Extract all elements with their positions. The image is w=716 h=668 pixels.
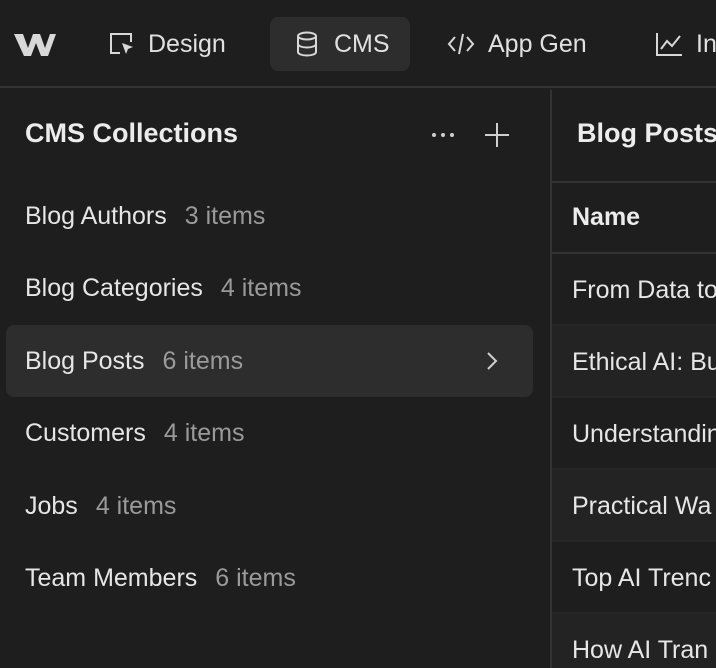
collection-name: Blog Authors — [25, 201, 167, 230]
chart-icon — [656, 33, 682, 56]
collection-count: 4 items — [95, 491, 177, 520]
table-row[interactable]: From Data to — [552, 254, 716, 326]
collection-title: Blog Posts — [577, 118, 716, 148]
collection-name: Jobs — [25, 491, 78, 520]
tab-cms[interactable]: CMS — [270, 17, 410, 71]
table-row[interactable]: Ethical AI: Bu — [552, 326, 716, 398]
row-name: Practical Wa — [572, 492, 712, 520]
tab-insights[interactable]: In — [654, 17, 716, 71]
table-row[interactable]: Practical Wa — [552, 470, 716, 542]
code-icon — [447, 33, 475, 55]
row-name: Understandin — [572, 420, 716, 448]
tab-app-gen[interactable]: App Gen — [446, 17, 587, 71]
more-options-icon[interactable] — [428, 120, 458, 150]
collection-count: 3 items — [184, 201, 266, 230]
row-name: Ethical AI: Bu — [572, 348, 716, 376]
collection-item-blog-posts[interactable]: Blog Posts 6 items — [6, 325, 533, 397]
collection-item-team-members[interactable]: Team Members 6 items — [6, 542, 533, 614]
database-icon — [297, 31, 317, 57]
collection-items-panel: Blog Posts Name From Data to Ethical AI:… — [552, 90, 716, 668]
collection-count: 4 items — [163, 418, 245, 447]
collection-item-blog-categories[interactable]: Blog Categories 4 items — [6, 252, 533, 324]
collection-item-blog-authors[interactable]: Blog Authors 3 items — [6, 180, 533, 252]
webflow-logo-icon[interactable] — [12, 26, 58, 62]
row-name: Top AI Trenc — [572, 564, 711, 592]
tab-label: CMS — [334, 29, 390, 58]
collection-item-customers[interactable]: Customers 4 items — [6, 397, 533, 469]
chevron-right-icon — [487, 352, 498, 370]
tab-design[interactable]: Design — [104, 17, 226, 71]
column-header-name[interactable]: Name — [572, 203, 640, 232]
cursor-box-icon — [110, 33, 133, 54]
collection-name: Blog Posts — [25, 346, 145, 375]
cms-collections-panel: CMS Collections Blog Authors 3 items Blo… — [0, 90, 552, 668]
collection-item-jobs[interactable]: Jobs 4 items — [6, 470, 533, 542]
table-header: Name — [552, 181, 716, 254]
table-row[interactable]: Top AI Trenc — [552, 542, 716, 614]
collection-name: Customers — [25, 418, 146, 447]
collection-count: 6 items — [215, 563, 296, 592]
collection-count: 4 items — [220, 273, 302, 302]
row-name: How AI Tran — [572, 636, 709, 664]
table-row[interactable]: How AI Tran — [552, 614, 716, 668]
table-row[interactable]: Understandin — [552, 398, 716, 470]
tab-label: Design — [148, 29, 226, 58]
tab-label: In — [696, 29, 716, 58]
collection-name: Blog Categories — [25, 273, 203, 302]
top-nav-bar: Design CMS App Gen In — [0, 0, 716, 88]
collection-name: Team Members — [25, 563, 198, 592]
collection-count: 6 items — [162, 346, 244, 375]
add-collection-icon[interactable] — [482, 120, 512, 150]
row-name: From Data to — [572, 276, 716, 304]
panel-title: CMS Collections — [25, 118, 239, 148]
tab-label: App Gen — [488, 29, 587, 58]
